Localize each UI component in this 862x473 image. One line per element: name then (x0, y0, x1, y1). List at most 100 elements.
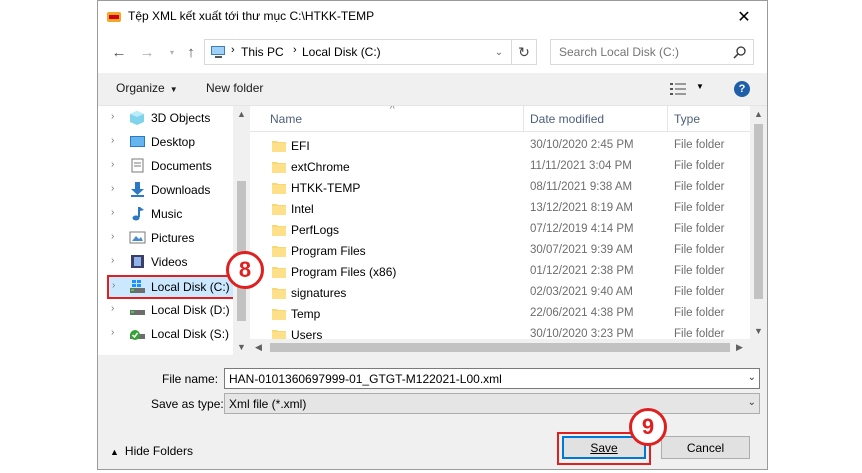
folder-icon (272, 225, 286, 236)
file-list-vertical-scrollbar[interactable]: ▲ ▼ (750, 106, 767, 339)
breadcrumb-this-pc[interactable]: This PC (241, 45, 284, 59)
scroll-down-icon[interactable]: ▼ (237, 342, 246, 352)
expand-icon[interactable]: › (111, 111, 114, 122)
table-row[interactable]: PerfLogs 07/12/2019 4:14 PM File folder (250, 220, 750, 241)
cancel-label: Cancel (686, 440, 725, 455)
step-9-badge: 9 (629, 408, 667, 446)
new-folder-button[interactable]: New folder (206, 81, 263, 95)
file-name: Program Files (291, 244, 366, 258)
file-type: File folder (674, 223, 725, 235)
horizontal-scroll-thumb[interactable] (270, 343, 730, 352)
sidebar-item-pictures[interactable]: › Pictures (98, 227, 233, 249)
sidebar-item-downloads[interactable]: › Downloads (98, 179, 233, 201)
cancel-button[interactable]: Cancel (661, 436, 750, 459)
file-name-field[interactable]: ⌄ (224, 368, 760, 389)
file-date: 30/10/2020 2:45 PM (530, 139, 634, 151)
scroll-down-icon[interactable]: ▼ (754, 326, 763, 336)
expand-icon[interactable]: › (111, 135, 114, 146)
sidebar-item-label: Downloads (151, 183, 211, 197)
table-row[interactable]: Intel 13/12/2021 8:19 AM File folder (250, 199, 750, 220)
table-row[interactable]: Program Files (x86) 01/12/2021 2:38 PM F… (250, 262, 750, 283)
file-type: File folder (674, 244, 725, 256)
sidebar-item-videos[interactable]: › Videos (98, 251, 233, 273)
vertical-scroll-thumb[interactable] (754, 124, 763, 299)
address-dropdown[interactable]: ⌄ (490, 40, 508, 64)
sidebar-item-label: Videos (151, 255, 188, 269)
expand-icon[interactable]: › (111, 255, 114, 266)
file-date: 02/03/2021 9:40 AM (530, 286, 633, 298)
scroll-up-icon[interactable]: ▲ (237, 109, 246, 119)
scroll-left-icon[interactable]: ◀ (255, 342, 262, 353)
breadcrumb-local-disk[interactable]: Local Disk (C:) (302, 45, 381, 59)
table-row[interactable]: EFI 30/10/2020 2:45 PM File folder (250, 136, 750, 157)
save-as-type-value: Xml file (*.xml) (229, 397, 307, 411)
column-divider[interactable] (523, 106, 524, 132)
this-pc-icon (211, 46, 225, 58)
sidebar-item-documents[interactable]: › Documents (98, 155, 233, 177)
navigation-pane: › 3D Objects › Desktop › Documents › Dow… (98, 105, 250, 355)
sidebar-item-local-disk-d[interactable]: › Local Disk (D:) (98, 299, 233, 321)
folder-icon (272, 309, 286, 320)
save-as-type-select[interactable]: Xml file (*.xml) ⌄ (224, 393, 760, 414)
expand-icon[interactable]: › (112, 280, 115, 291)
back-button[interactable]: ← (108, 41, 130, 63)
view-details-icon[interactable] (670, 82, 686, 96)
file-date: 01/12/2021 2:38 PM (530, 265, 634, 277)
sidebar-item-desktop[interactable]: › Desktop (98, 131, 233, 153)
table-row[interactable]: Program Files 30/07/2021 9:39 AM File fo… (250, 241, 750, 262)
close-button[interactable]: ✕ (721, 1, 767, 33)
column-divider[interactable] (667, 106, 668, 132)
sidebar-item-3d-objects[interactable]: › 3D Objects (98, 107, 233, 129)
refresh-button[interactable]: ↻ (511, 39, 537, 65)
table-row[interactable]: HTKK-TEMP 08/11/2021 9:38 AM File folder (250, 178, 750, 199)
sidebar-scrollbar[interactable]: ▲ ▼ (233, 106, 250, 355)
search-input[interactable] (559, 45, 729, 59)
column-header-name[interactable]: Name (270, 112, 302, 126)
folder-icon (272, 141, 286, 152)
toolbar: Organize ▼ New folder ▼ ? (98, 73, 767, 105)
help-icon[interactable]: ? (734, 81, 750, 97)
chevron-down-icon[interactable]: ⌄ (748, 372, 756, 383)
expand-icon[interactable]: › (111, 207, 114, 218)
file-list-horizontal-scrollbar[interactable]: ◀ ▶ (250, 339, 767, 355)
file-name: HTKK-TEMP (291, 181, 361, 195)
table-row[interactable]: Temp 22/06/2021 4:38 PM File folder (250, 304, 750, 325)
file-name-input[interactable] (229, 372, 739, 386)
table-row[interactable]: signatures 02/03/2021 9:40 AM File folde… (250, 283, 750, 304)
chevron-down-icon[interactable]: ⌄ (748, 397, 756, 408)
file-type: File folder (674, 286, 725, 298)
address-bar[interactable]: › This PC › Local Disk (C:) ⌄ (204, 39, 533, 65)
sidebar-item-label: Local Disk (S:) (151, 327, 230, 341)
view-options-caret-icon[interactable]: ▼ (696, 82, 704, 91)
organize-menu[interactable]: Organize ▼ (116, 81, 178, 95)
column-header-date[interactable]: Date modified (530, 112, 604, 126)
breadcrumb-separator: › (231, 44, 235, 56)
scroll-up-icon[interactable]: ▲ (754, 109, 763, 119)
file-name: PerfLogs (291, 223, 340, 237)
file-type: File folder (674, 139, 725, 151)
column-header-type[interactable]: Type (674, 112, 700, 126)
scroll-right-icon[interactable]: ▶ (736, 342, 743, 353)
expand-icon[interactable]: › (111, 159, 114, 170)
expand-icon[interactable]: › (111, 231, 114, 242)
up-button[interactable]: ↑ (180, 41, 202, 63)
file-name: Program Files (x86) (291, 265, 397, 279)
file-date: 07/12/2019 4:14 PM (530, 223, 634, 235)
expand-icon[interactable]: › (111, 183, 114, 194)
table-row[interactable]: extChrome 11/11/2021 3:04 PM File folder (250, 157, 750, 178)
hide-folders-toggle[interactable]: ▲ Hide Folders (110, 444, 193, 458)
save-form: File name: ⌄ Save as type: Xml file (*.x… (98, 355, 767, 469)
sidebar-item-local-disk-s[interactable]: › Local Disk (S:) (98, 323, 233, 345)
file-date: 13/12/2021 8:19 AM (530, 202, 633, 214)
sidebar-item-music[interactable]: › Music (98, 203, 233, 225)
sort-ascending-icon: ^ (390, 105, 395, 115)
forward-button[interactable]: → (136, 41, 158, 63)
file-type: File folder (674, 160, 725, 172)
expand-icon[interactable]: › (111, 303, 114, 314)
column-header-row: ^ Name Date modified Type (250, 106, 750, 132)
search-box[interactable] (550, 39, 754, 65)
step-8-badge: 8 (226, 251, 264, 289)
expand-icon[interactable]: › (111, 327, 114, 338)
sidebar-item-local-disk-c[interactable]: › Local Disk (C:) (107, 275, 235, 299)
desktop-icon (130, 136, 145, 147)
